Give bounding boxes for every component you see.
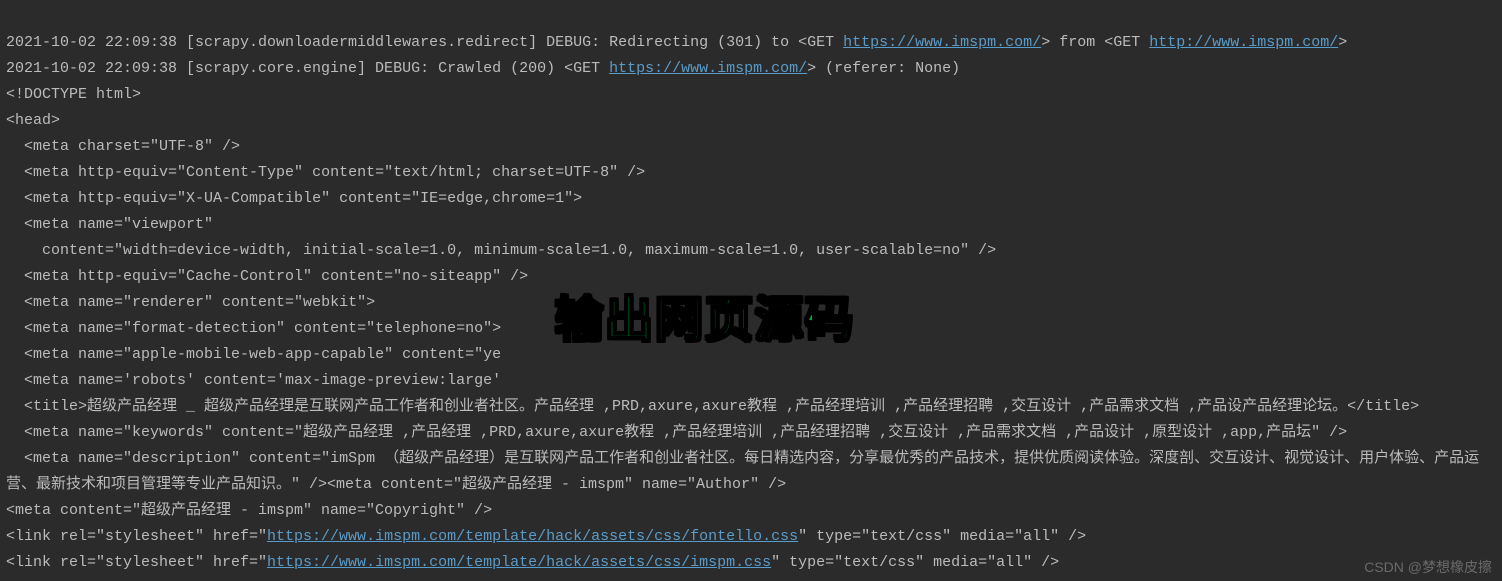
stylesheet-link-2[interactable]: https://www.imspm.com/template/hack/asse… bbox=[267, 554, 771, 571]
source-line: <meta name="viewport" bbox=[6, 216, 213, 233]
source-line: <meta name="keywords" content="超级产品经理 ,产… bbox=[6, 424, 1347, 441]
source-line: <head> bbox=[6, 112, 60, 129]
source-line: <link rel="stylesheet" href="https://www… bbox=[6, 554, 1059, 571]
terminal-output: 2021-10-02 22:09:38 [scrapy.downloadermi… bbox=[0, 0, 1502, 580]
source-line: <meta name="renderer" content="webkit"> bbox=[6, 294, 375, 311]
source-line: <meta name="apple-mobile-web-app-capable… bbox=[6, 346, 501, 363]
source-line: <!DOCTYPE html> bbox=[6, 86, 141, 103]
redirect-source-link[interactable]: http://www.imspm.com/ bbox=[1149, 34, 1338, 51]
source-line: <meta charset="UTF-8" /> bbox=[6, 138, 240, 155]
crawled-url-link[interactable]: https://www.imspm.com/ bbox=[609, 60, 807, 77]
log-line-2: 2021-10-02 22:09:38 [scrapy.core.engine]… bbox=[6, 60, 960, 77]
source-line: <meta content="超级产品经理 - imspm" name="Cop… bbox=[6, 502, 492, 519]
source-line: <meta http-equiv="Cache-Control" content… bbox=[6, 268, 528, 285]
source-line: <link rel="stylesheet" href="https://www… bbox=[6, 528, 1086, 545]
source-line: <title>超级产品经理 _ 超级产品经理是互联网产品工作者和创业者社区。产品… bbox=[6, 398, 1419, 415]
source-line: <meta name='robots' content='max-image-p… bbox=[6, 372, 501, 389]
source-line: <meta name="format-detection" content="t… bbox=[6, 320, 501, 337]
source-line: <meta name="description" content="imSpm … bbox=[6, 450, 1479, 493]
stylesheet-link-1[interactable]: https://www.imspm.com/template/hack/asse… bbox=[267, 528, 798, 545]
log-line-1: 2021-10-02 22:09:38 [scrapy.downloadermi… bbox=[6, 34, 1347, 51]
source-line: content="width=device-width, initial-sca… bbox=[6, 242, 996, 259]
redirect-target-link[interactable]: https://www.imspm.com/ bbox=[843, 34, 1041, 51]
source-line: <meta http-equiv="X-UA-Compatible" conte… bbox=[6, 190, 582, 207]
source-line: <meta http-equiv="Content-Type" content=… bbox=[6, 164, 645, 181]
